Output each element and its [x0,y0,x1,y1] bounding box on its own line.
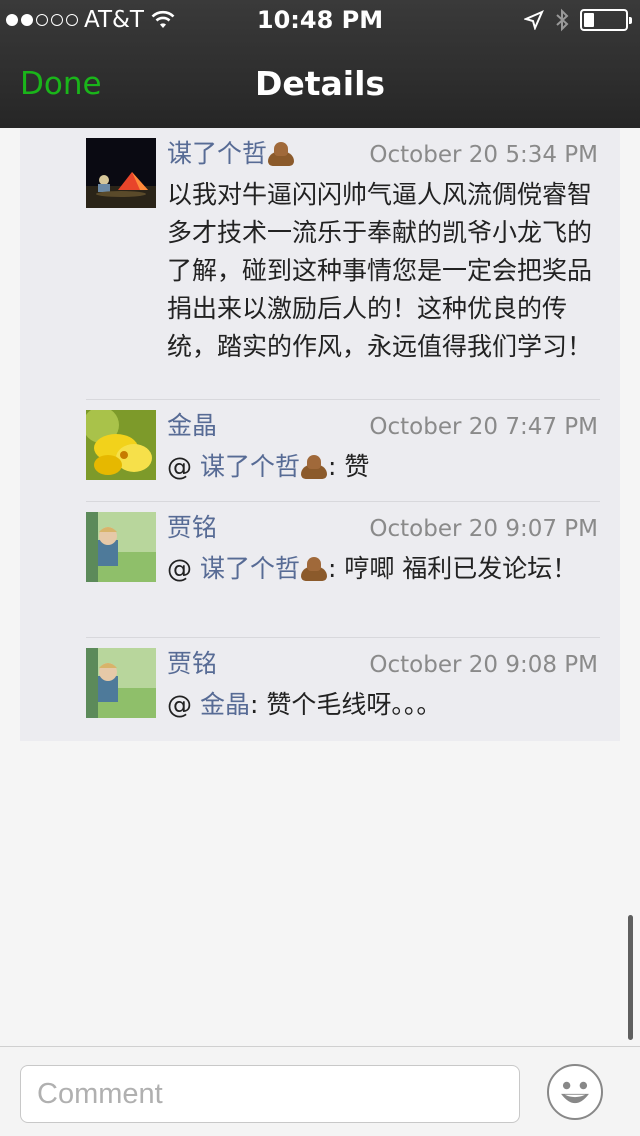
comment-time: October 20 9:07 PM [369,516,598,542]
comment-item: 金晶 October 20 7:47 PM @ 谋了个哲: 赞 [86,400,600,501]
page-title: Details [254,64,386,103]
comment-input[interactable] [20,1065,520,1123]
avatar[interactable] [86,512,156,582]
comment-text: @ 金晶: 赞个毛线呀。。。 [167,690,442,719]
comment-item: 谋了个哲 October 20 5:34 PM 以我对牛逼闪闪帅气逼人风流倜傥睿… [86,128,600,398]
avatar[interactable] [86,138,156,208]
bluetooth-icon [556,8,569,32]
nav-bar: Done Details [0,40,640,128]
avatar[interactable] [86,648,156,718]
pile-of-poo-icon [300,555,328,581]
screen: AT&T 10:48 PM Done Details 谋了个哲 October … [0,0,640,1136]
comment-author[interactable]: 贾铭 [167,508,217,544]
pile-of-poo-icon [300,453,328,479]
comment-time: October 20 7:47 PM [369,414,598,440]
avatar[interactable] [86,410,156,480]
comment-author[interactable]: 金晶 [167,406,217,442]
mention-link[interactable]: 谋了个哲 [200,554,328,583]
status-bar: AT&T 10:48 PM [0,0,640,40]
battery-level [584,13,594,27]
smiley-face-icon[interactable] [547,1064,603,1120]
battery-icon [580,9,632,31]
comment-text: @ 谋了个哲: 哼唧 福利已发论坛！ [167,554,578,583]
header: AT&T 10:48 PM Done Details [0,0,640,128]
comments-panel: 谋了个哲 October 20 5:34 PM 以我对牛逼闪闪帅气逼人风流倜傥睿… [20,128,620,741]
comment-time: October 20 9:08 PM [369,652,598,678]
pile-of-poo-icon [267,140,295,166]
comment-text: @ 谋了个哲: 赞 [167,452,370,481]
mention-link[interactable]: 金晶 [200,690,250,719]
comment-author[interactable]: 贾铭 [167,644,217,680]
status-right [524,8,632,32]
comment-bar [0,1046,640,1136]
mention-link[interactable]: 谋了个哲 [200,452,328,481]
comment-author[interactable]: 谋了个哲 [167,134,295,170]
comment-text: 以我对牛逼闪闪帅气逼人风流倜傥睿智多才技术一流乐于奉献的凯爷小龙飞的了解，碰到这… [167,180,593,361]
scroll-indicator[interactable] [628,915,633,1040]
comment-item: 贾铭 October 20 9:08 PM @ 金晶: 赞个毛线呀。。。 [86,638,600,741]
comment-item: 贾铭 October 20 9:07 PM @ 谋了个哲: 哼唧 福利已发论坛！ [86,502,600,637]
location-arrow-icon [524,10,544,30]
comment-time: October 20 5:34 PM [369,142,598,168]
